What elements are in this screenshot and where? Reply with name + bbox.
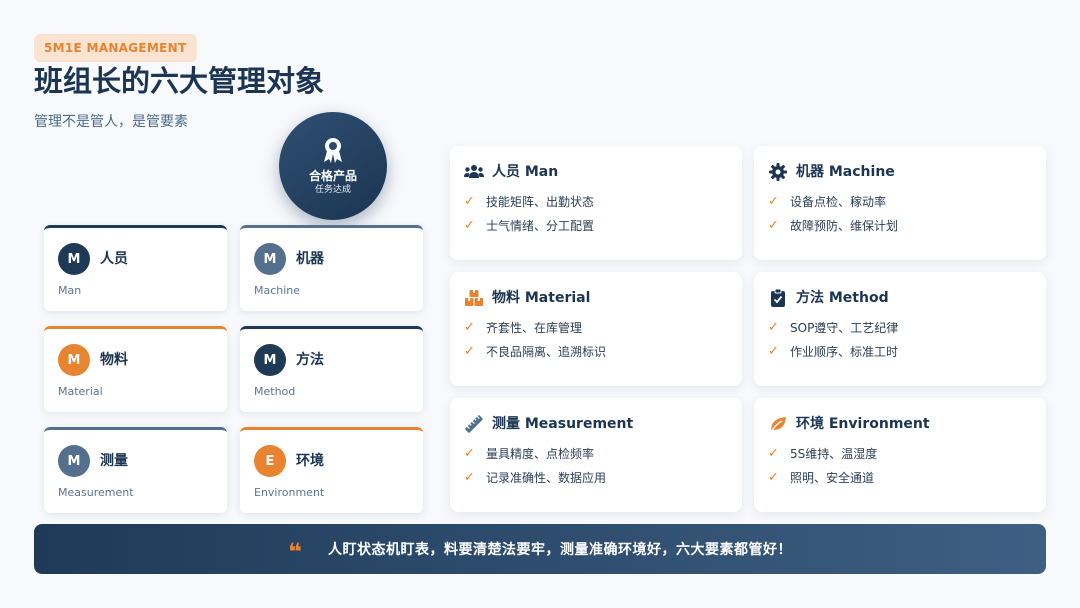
mini-card-material: M 物料 Material — [44, 326, 227, 412]
mini-card-title: 测量 — [100, 453, 128, 469]
list-item: ✓ 技能矩阵、出勤状态 — [464, 194, 594, 210]
hub-label: 合格产品 — [308, 169, 357, 183]
list-item: ✓ 记录准确性、数据应用 — [464, 470, 606, 486]
check-icon: ✓ — [464, 218, 475, 233]
mini-card-en: Material — [58, 385, 103, 398]
list-item: ✓ 齐套性、在库管理 — [464, 320, 582, 336]
ruler-icon — [464, 415, 484, 433]
list-item: ✓ 照明、安全通道 — [768, 470, 874, 486]
letter-badge: M — [58, 243, 90, 275]
award-ribbon-icon — [324, 138, 342, 163]
detail-card-material: 物料 Material ✓ 齐套性、在库管理 ✓ 不良品隔离、追溯标识 — [450, 272, 742, 386]
detail-card-title: 方法 Method — [796, 290, 889, 306]
check-icon: ✓ — [768, 194, 779, 209]
list-item: ✓ 不良品隔离、追溯标识 — [464, 344, 606, 360]
detail-card-measurement: 测量 Measurement ✓ 量具精度、点检频率 ✓ 记录准确性、数据应用 — [450, 398, 742, 512]
users-icon — [464, 163, 484, 181]
list-item-text: 照明、安全通道 — [790, 471, 875, 485]
detail-card-method: 方法 Method ✓ SOP遵守、工艺纪律 ✓ 作业顺序、标准工时 — [754, 272, 1046, 386]
mini-card-measurement: M 测量 Measurement — [44, 427, 227, 513]
list-item-text: 作业顺序、标准工时 — [790, 345, 899, 359]
mini-card-environment: E 环境 Environment — [240, 427, 423, 513]
list-item-text: 技能矩阵、出勤状态 — [486, 195, 595, 209]
list-item-text: 记录准确性、数据应用 — [486, 471, 607, 485]
check-icon: ✓ — [464, 320, 475, 335]
list-item-text: SOP遵守、工艺纪律 — [790, 321, 899, 335]
mini-card-title: 物料 — [100, 352, 128, 368]
check-icon: ✓ — [464, 470, 475, 485]
check-icon: ✓ — [768, 446, 779, 461]
detail-card-machine: 机器 Machine ✓ 设备点检、稼动率 ✓ 故障预防、维保计划 — [754, 146, 1046, 260]
list-item-text: 齐套性、在库管理 — [486, 321, 583, 335]
mini-card-method: M 方法 Method — [240, 326, 423, 412]
mini-card-title: 方法 — [296, 352, 324, 368]
hub-sublabel: 任务达成 — [314, 185, 351, 195]
list-item: ✓ 设备点检、稼动率 — [768, 194, 886, 210]
mini-card-en: Machine — [254, 284, 301, 297]
list-item-text: 量具精度、点检频率 — [486, 447, 595, 461]
letter-badge: E — [254, 445, 286, 477]
banner-text: 人盯状态机盯表，料要清楚法要牢，测量准确环境好，六大要素都管好！ — [328, 542, 793, 558]
list-item-text: 士气情绪、分工配置 — [486, 219, 595, 233]
letter-badge: M — [254, 243, 286, 275]
detail-card-man: 人员 Man ✓ 技能矩阵、出勤状态 ✓ 士气情绪、分工配置 — [450, 146, 742, 260]
check-icon: ✓ — [768, 218, 779, 233]
summary-banner: ❝ 人盯状态机盯表，料要清楚法要牢，测量准确环境好，六大要素都管好！ — [34, 524, 1046, 574]
list-item-text: 设备点检、稼动率 — [790, 195, 887, 209]
list-item-text: 5S维持、温湿度 — [790, 447, 878, 461]
list-item: ✓ SOP遵守、工艺纪律 — [768, 320, 898, 336]
detail-card-title: 物料 Material — [492, 290, 591, 306]
check-icon: ✓ — [768, 320, 779, 335]
mini-card-en: Environment — [254, 486, 325, 499]
check-icon: ✓ — [768, 470, 779, 485]
mini-card-en: Method — [254, 385, 296, 398]
leaf-icon — [768, 415, 788, 433]
detail-card-title: 测量 Measurement — [492, 416, 634, 432]
mini-card-en: Measurement — [58, 486, 134, 499]
list-item-text: 故障预防、维保计划 — [790, 219, 899, 233]
mini-card-machine: M 机器 Machine — [240, 225, 423, 311]
mini-card-en: Man — [58, 284, 82, 297]
detail-card-title: 人员 Man — [492, 164, 559, 180]
letter-badge: M — [58, 344, 90, 376]
check-icon: ✓ — [768, 344, 779, 359]
check-icon: ✓ — [464, 344, 475, 359]
list-item: ✓ 士气情绪、分工配置 — [464, 218, 594, 234]
page-title: 班组长的六大管理对象 — [34, 64, 325, 98]
gear-icon — [768, 163, 788, 181]
clipboard-check-icon — [768, 289, 788, 307]
detail-card-title: 环境 Environment — [796, 416, 930, 432]
check-icon: ✓ — [464, 194, 475, 209]
mini-card-title: 机器 — [296, 251, 324, 267]
detail-card-title: 机器 Machine — [796, 164, 895, 180]
boxes-icon — [464, 289, 484, 307]
page-subtitle: 管理不是管人，是管要素 — [34, 114, 188, 130]
letter-badge: M — [254, 344, 286, 376]
list-item: ✓ 5S维持、温湿度 — [768, 446, 877, 462]
mini-card-man: M 人员 Man — [44, 225, 227, 311]
detail-card-environment: 环境 Environment ✓ 5S维持、温湿度 ✓ 照明、安全通道 — [754, 398, 1046, 512]
list-item: ✓ 作业顺序、标准工时 — [768, 344, 898, 360]
list-item: ✓ 量具精度、点检频率 — [464, 446, 594, 462]
mini-card-title: 人员 — [100, 251, 128, 267]
quote-icon: ❝ — [287, 538, 303, 566]
center-hub: 合格产品 任务达成 — [279, 112, 387, 220]
section-badge: 5M1E MANAGEMENT — [34, 34, 197, 62]
check-icon: ✓ — [464, 446, 475, 461]
list-item-text: 不良品隔离、追溯标识 — [486, 345, 607, 359]
mini-card-title: 环境 — [296, 453, 324, 469]
list-item: ✓ 故障预防、维保计划 — [768, 218, 898, 234]
letter-badge: M — [58, 445, 90, 477]
